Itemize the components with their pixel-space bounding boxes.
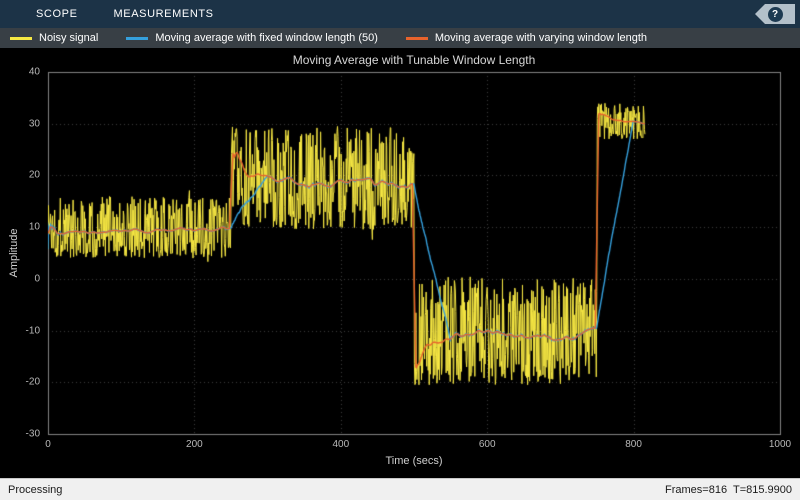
legend: Noisy signal Moving average with fixed w… — [0, 28, 800, 48]
legend-item-varying-window-average[interactable]: Moving average with varying window lengt… — [406, 32, 647, 44]
status-frames-time-text: Frames=816 T=815.9900 — [665, 484, 792, 496]
legend-swatch-noisy-signal — [10, 37, 32, 40]
tab-scope[interactable]: SCOPE — [18, 0, 96, 28]
signal-plot-canvas[interactable] — [0, 48, 800, 478]
help-icon: ? — [768, 7, 783, 22]
plot-region: Moving Average with Tunable Window Lengt… — [0, 48, 800, 478]
toolbar: SCOPE MEASUREMENTS ? — [0, 0, 800, 28]
status-bar: Processing Frames=816 T=815.9900 — [0, 478, 800, 500]
legend-swatch-fixed-window-average — [126, 37, 148, 40]
legend-label-noisy-signal: Noisy signal — [39, 32, 98, 44]
scope-window: SCOPE MEASUREMENTS ? Noisy signal Moving… — [0, 0, 800, 500]
status-processing-text: Processing — [8, 484, 62, 496]
legend-item-fixed-window-average[interactable]: Moving average with fixed window length … — [126, 32, 378, 44]
tab-measurements[interactable]: MEASUREMENTS — [96, 0, 232, 28]
legend-swatch-varying-window-average — [406, 37, 428, 40]
help-button[interactable]: ? — [755, 4, 795, 24]
legend-label-fixed-window-average: Moving average with fixed window length … — [155, 32, 378, 44]
legend-label-varying-window-average: Moving average with varying window lengt… — [435, 32, 647, 44]
legend-item-noisy-signal[interactable]: Noisy signal — [10, 32, 98, 44]
